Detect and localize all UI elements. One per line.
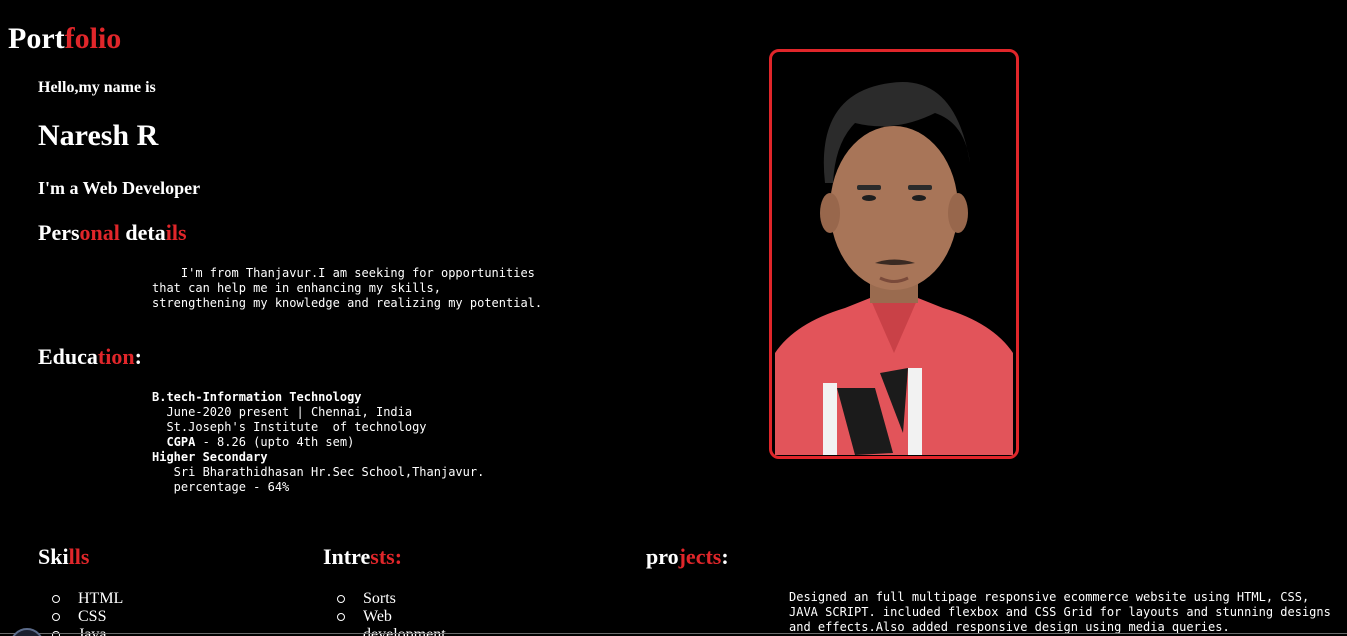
skills-list: HTML CSS Java [38,590,123,636]
skill-label: Java [78,626,107,636]
secondary-percentage: percentage - 64% [152,480,290,494]
list-item: development [323,626,446,636]
list-item: CSS [38,608,123,626]
list-item: Web [323,608,446,626]
heading-part: : [721,544,729,569]
project-description: Designed an full multipage responsive ec… [789,590,1331,634]
portfolio-page: Portfolio Hello,my name is Naresh R I'm … [0,0,1347,636]
list-item: Sorts [323,590,446,608]
secondary-school: Sri Bharathidhasan Hr.Sec School,Thanjav… [152,465,485,479]
degree-title: B.tech-Information Technology [152,390,362,404]
skills-heading: Skills [38,544,89,570]
heading-part: sts: [370,544,403,569]
heading-part: : [134,344,142,369]
heading-part: jects [678,544,722,569]
logo-part-red: folio [64,22,122,55]
bottom-divider [0,633,1347,634]
heading-part: Intre [323,544,371,569]
heading-part: lls [68,544,90,569]
heading-part: Educa [38,344,98,369]
education-details: B.tech-Information Technology June-2020 … [152,390,484,495]
education-heading: Education: [38,344,142,370]
interest-label: Sorts [363,590,396,607]
heading-part: Ski [38,544,69,569]
heading-part: pro [646,544,679,569]
person-name: Naresh R [38,119,159,152]
heading-part: onal [79,220,120,245]
list-item: Java [38,626,123,636]
profile-photo [769,49,1019,459]
interest-label: development [363,626,446,636]
greeting-text: Hello,my name is [38,79,156,96]
secondary-title: Higher Secondary [152,450,268,464]
interest-label: Web [363,608,392,625]
interests-list: Sorts Web development [323,590,446,636]
heading-part: deta [119,220,166,245]
degree-period: June-2020 present | Chennai, India [152,405,413,419]
cgpa-label: CGPA [166,435,196,449]
heading-part: ils [165,220,187,245]
skill-label: HTML [78,590,124,607]
degree-institute: St.Joseph's Institute of technology [152,420,427,434]
personal-details-heading: Personal details [38,220,187,246]
skill-label: CSS [78,608,107,625]
personal-details-text: I'm from Thanjavur.I am seeking for oppo… [152,266,543,310]
logo-part-white: Port [8,22,65,55]
cgpa-value: - 8.26 (upto 4th sem) [195,435,355,449]
heading-part: Pers [38,220,80,245]
projects-heading: projects: [646,544,729,570]
list-item: HTML [38,590,123,608]
bullet-icon [337,595,345,603]
bullet-icon [52,613,60,621]
site-logo: Portfolio [8,22,121,56]
bullet-icon [52,595,60,603]
role-text: I'm a Web Developer [38,178,201,198]
bullet-icon [337,613,345,621]
interests-heading: Intrests: [323,544,402,570]
photo-border [769,49,1019,459]
heading-part: tion [97,344,135,369]
